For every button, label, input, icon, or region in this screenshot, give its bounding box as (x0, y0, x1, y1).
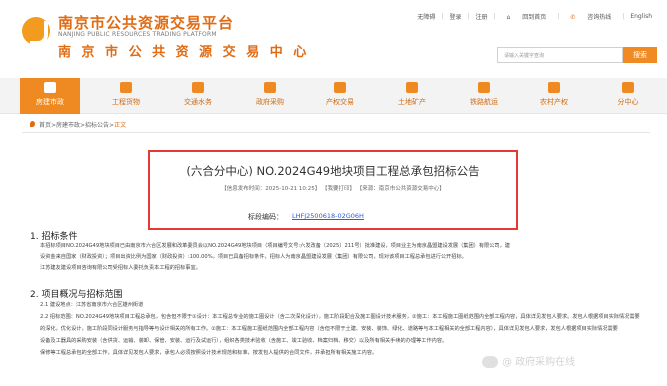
search-input[interactable]: 请输入关键字查询 (497, 47, 623, 63)
brand-title-cn: 南京市公共资源交易平台 (58, 14, 235, 32)
paragraph-line: 2.2 招标范围：NO.2024G49地块项目工程总承包，包含但不限于①设计：本… (40, 314, 640, 320)
nav-item-goods[interactable]: 工程货物 (96, 78, 156, 114)
main-nav: 房建市政 工程货物 交通水务 政府采购 产权交易 土地矿产 铁路航运 农村产权 … (0, 78, 667, 114)
pin-icon (620, 81, 636, 95)
home-icon: ⌂ (506, 14, 511, 21)
paragraph-line: 保修等工程总承包的全部工作，具体详见发包人要求，承包人必须按照设计技术规范和标准… (40, 350, 378, 356)
notice-meta: 【信息发布时间：2025-10-21 10:25】 【我要打印】 【来源：南京市… (221, 186, 445, 192)
register-link[interactable]: 注册 (471, 12, 493, 21)
nav-label: 农村产权 (540, 98, 568, 106)
section-heading: 2. 项目概况与招标范围 (30, 290, 123, 300)
wechat-icon (482, 356, 498, 368)
phone-icon: ✆ (570, 14, 576, 21)
platform-logo-icon[interactable] (22, 17, 50, 45)
paragraph-line: 设资金来自国家（财政投资）；项目出资比例为国家（财政投资）:100.00%，项目… (40, 254, 467, 260)
hotline-link[interactable]: ✆ 咨询热线 (560, 12, 621, 21)
farm-icon (546, 81, 562, 95)
brand-subtitle-cn: 南 京 市 公 共 资 源 交 易 中 心 (58, 45, 310, 60)
notice-title: (六合分中心) NO.2024G49地块项目工程总承包招标公告 (186, 164, 480, 178)
nav-item-rural[interactable]: 农村产权 (524, 78, 584, 114)
watermark-text: @ 政府采购在线 (502, 357, 576, 368)
nav-label: 产权交易 (326, 98, 354, 106)
building-icon (42, 81, 58, 95)
bid-code-label: 标段编码： (248, 213, 283, 221)
breadcrumb-path[interactable]: 首页>房建市政>招标公告> (39, 122, 114, 129)
land-icon (404, 81, 420, 95)
accessibility-link[interactable]: 无障碍 (412, 12, 440, 21)
plane-icon (476, 81, 492, 95)
nav-item-land[interactable]: 土地矿产 (382, 78, 442, 114)
nav-item-branch[interactable]: 分中心 (598, 78, 658, 114)
search-button[interactable]: 搜索 (623, 47, 657, 63)
nav-item-property[interactable]: 产权交易 (310, 78, 370, 114)
paragraph-line: 的深化，优化设计，施工阶段同设计服务与指导等与设计相关的所有工作。②施工：本工程… (40, 326, 618, 332)
cart-icon (262, 81, 278, 95)
nav-label: 政府采购 (256, 98, 284, 106)
section-heading: 1. 招标条件 (30, 232, 78, 242)
home-link-label: 回到首页 (522, 14, 547, 21)
house-icon (332, 81, 348, 95)
nav-item-procurement[interactable]: 政府采购 (240, 78, 300, 114)
breadcrumb: 首页>房建市政>招标公告>正文 (30, 120, 126, 129)
paragraph-line: 设备及工器具的采购安装（含供货、运输、装卸、保管、安装、运行及试运行），组织各类… (40, 338, 448, 344)
bus-icon (190, 81, 206, 95)
brand-title-en: NANJING PUBLIC RESOURCES TRADING PLATFOR… (58, 31, 217, 38)
nav-label: 分中心 (617, 98, 639, 106)
site-header: 南京市公共资源交易平台 NANJING PUBLIC RESOURCES TRA… (0, 0, 667, 78)
nav-label: 交通水务 (184, 98, 212, 106)
login-link[interactable]: 登录 (444, 12, 466, 21)
crane-icon (118, 81, 134, 95)
home-link[interactable]: ⌂ 回到首页 (497, 12, 557, 21)
nav-label: 房建市政 (36, 98, 64, 106)
nav-label: 土地矿产 (398, 98, 426, 106)
top-links: 无障碍 | 登录 | 注册 | ⌂ 回到首页 | ✆ 咨询热线 | English (412, 12, 657, 21)
english-link[interactable]: English (625, 13, 657, 20)
location-pin-icon (30, 121, 35, 127)
breadcrumb-current: 正文 (114, 122, 127, 129)
bid-code-link[interactable]: LHFJ2500618-02G06H (292, 212, 364, 220)
paragraph-line: 江苏建友建设项目咨询有限公司受招标人委托负责本工程的招标事宜。 (40, 265, 201, 271)
paragraph-line: 本招标项目NO.2024G49地块项目已由南京市六合区发展和改革委员会以NO.2… (40, 243, 510, 249)
nav-item-transport[interactable]: 交通水务 (168, 78, 228, 114)
nav-item-rail[interactable]: 铁路航运 (454, 78, 514, 114)
nav-label: 铁路航运 (470, 98, 498, 106)
nav-label: 工程货物 (112, 98, 140, 106)
nav-item-building[interactable]: 房建市政 (20, 78, 80, 114)
hotline-label: 咨询热线 (587, 14, 612, 21)
paragraph-line: 2.1 建设地点：江苏省南京市六合区雄州街道 (40, 302, 144, 308)
watermark: @ 政府采购在线 (482, 353, 575, 368)
